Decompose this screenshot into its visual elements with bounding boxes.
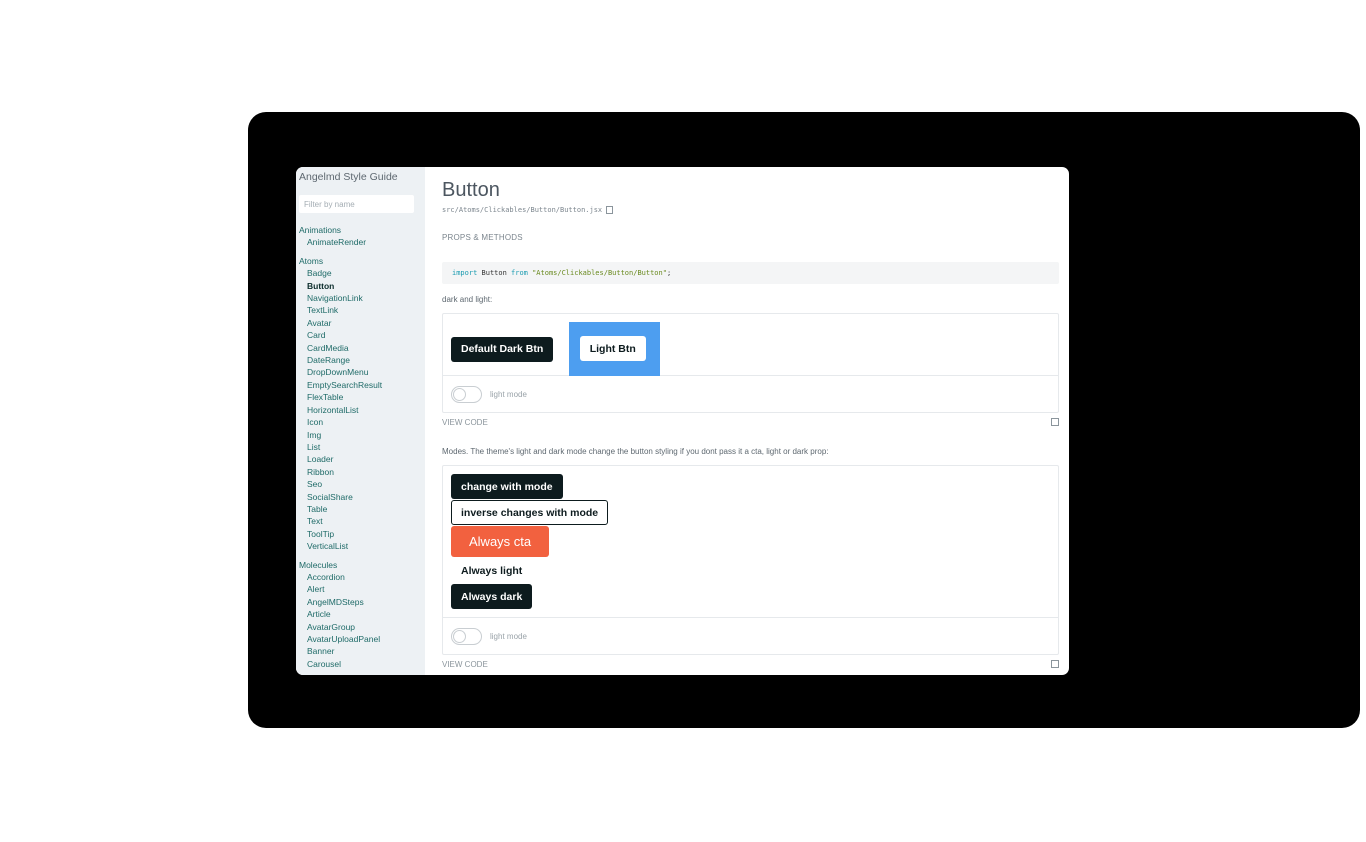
props-methods-link[interactable]: PROPS & METHODS <box>442 233 1059 242</box>
sidebar-item-angelmdsteps[interactable]: AngelMDSteps <box>299 596 425 608</box>
light-button-background: Light Btn <box>568 322 660 376</box>
sidebar-item-text[interactable]: Text <box>299 515 425 527</box>
main-content: Button src/Atoms/Clickables/Button/Butto… <box>425 167 1069 675</box>
sidebar-item-flextable[interactable]: FlexTable <box>299 391 425 403</box>
view-code-link[interactable]: VIEW CODE <box>442 660 488 669</box>
change-with-mode-button[interactable]: change with mode <box>451 474 563 499</box>
sidebar-item-horizontallist[interactable]: HorizontalList <box>299 404 425 416</box>
nav-group-title[interactable]: Animations <box>299 224 425 236</box>
code-name: Button <box>477 269 512 277</box>
light-mode-toggle[interactable] <box>451 627 482 645</box>
sidebar-item-button[interactable]: Button <box>299 280 425 292</box>
sidebar-item-badge[interactable]: Badge <box>299 267 425 279</box>
fullscreen-icon[interactable] <box>1051 418 1059 426</box>
fullscreen-icon[interactable] <box>1051 660 1059 668</box>
example1-preview: Default Dark Btn Light Btn light mode <box>442 313 1059 413</box>
nav-group: Atoms Badge Button NavigationLink TextLink Av… <box>299 255 425 553</box>
copy-icon[interactable] <box>606 206 614 214</box>
example1-description: dark and light: <box>442 295 493 304</box>
example2-controls: light mode <box>443 617 1058 654</box>
sidebar-item-navigationlink[interactable]: NavigationLink <box>299 292 425 304</box>
sidebar-item-daterange[interactable]: DateRange <box>299 354 425 366</box>
component-path: src/Atoms/Clickables/Button/Button.jsx <box>442 206 1059 214</box>
code-keyword-from: from <box>511 269 528 277</box>
example2-description: Modes. The theme's light and dark mode c… <box>442 447 829 456</box>
sidebar-item-cardmedia[interactable]: CardMedia <box>299 342 425 354</box>
sidebar-item-accordion[interactable]: Accordion <box>299 571 425 583</box>
sidebar-item-carousel[interactable]: Carousel <box>299 658 425 670</box>
light-mode-toggle[interactable] <box>451 385 482 403</box>
page-title: Button <box>442 179 500 201</box>
sidebar-item-verticallist[interactable]: VerticalList <box>299 540 425 552</box>
example1-view-code-row: VIEW CODE <box>442 413 1059 431</box>
sidebar-item-card[interactable]: Card <box>299 329 425 341</box>
sidebar-item-list[interactable]: List <box>299 441 425 453</box>
sidebar: Angelmd Style Guide AnimationsAnimateRen… <box>296 167 425 675</box>
import-code-block: import Button from "Atoms/Clickables/But… <box>442 262 1059 284</box>
sidebar-item-banner[interactable]: Banner <box>299 645 425 657</box>
sidebar-nav: Animations AnimateRender Atoms Badge Button N… <box>299 224 425 670</box>
filter-input[interactable] <box>299 195 414 213</box>
light-mode-label: light mode <box>490 389 527 399</box>
view-code-link[interactable]: VIEW CODE <box>442 418 488 427</box>
sidebar-item-alert[interactable]: Alert <box>299 583 425 595</box>
nav-group: Molecules Accordion Alert AngelMDSteps Artic… <box>299 559 425 671</box>
sidebar-item-table[interactable]: Table <box>299 503 425 515</box>
inverse-changes-button[interactable]: inverse changes with mode <box>451 500 609 525</box>
sidebar-item-avatar[interactable]: Avatar <box>299 317 425 329</box>
sidebar-item-tooltip[interactable]: ToolTip <box>299 528 425 540</box>
sidebar-item-avatargroup[interactable]: AvatarGroup <box>299 621 425 633</box>
sidebar-item-icon[interactable]: Icon <box>299 416 425 428</box>
sidebar-item-dropdownmenu[interactable]: DropDownMenu <box>299 366 425 378</box>
nav-group: Animations AnimateRender <box>299 224 425 249</box>
nav-group-title[interactable]: Atoms <box>299 255 425 267</box>
sidebar-item-article[interactable]: Article <box>299 608 425 620</box>
sidebar-item-seo[interactable]: Seo <box>299 478 425 490</box>
app-title[interactable]: Angelmd Style Guide <box>299 171 425 183</box>
example2-view-code-row: VIEW CODE <box>442 655 1059 673</box>
sidebar-item-avataruploadpanel[interactable]: AvatarUploadPanel <box>299 633 425 645</box>
component-path-text: src/Atoms/Clickables/Button/Button.jsx <box>442 206 603 214</box>
code-keyword-import: import <box>452 269 478 277</box>
sidebar-item-loader[interactable]: Loader <box>299 453 425 465</box>
light-mode-label: light mode <box>490 631 527 641</box>
sidebar-item-ribbon[interactable]: Ribbon <box>299 466 425 478</box>
example1-controls: light mode <box>443 375 1058 412</box>
sidebar-item-socialshare[interactable]: SocialShare <box>299 491 425 503</box>
example2-preview: change with mode inverse changes with mo… <box>442 465 1059 655</box>
default-dark-button[interactable]: Default Dark Btn <box>451 336 554 362</box>
code-module: "Atoms/Clickables/Button/Button" <box>527 269 667 277</box>
sidebar-item-img[interactable]: Img <box>299 429 425 441</box>
code-end: ; <box>666 269 672 277</box>
sidebar-item-animaterender[interactable]: AnimateRender <box>299 236 425 248</box>
sidebar-item-textlink[interactable]: TextLink <box>299 304 425 316</box>
always-cta-button[interactable]: Always cta <box>451 526 550 557</box>
nav-group-title[interactable]: Molecules <box>299 559 425 571</box>
always-light-button[interactable]: Always light <box>451 558 533 583</box>
sidebar-item-emptysearchresult[interactable]: EmptySearchResult <box>299 379 425 391</box>
style-guide-window: Angelmd Style Guide AnimationsAnimateRen… <box>296 167 1069 675</box>
toggle-knob <box>453 629 466 643</box>
always-dark-button[interactable]: Always dark <box>451 584 533 609</box>
light-button[interactable]: Light Btn <box>579 336 646 361</box>
toggle-knob <box>453 387 466 401</box>
